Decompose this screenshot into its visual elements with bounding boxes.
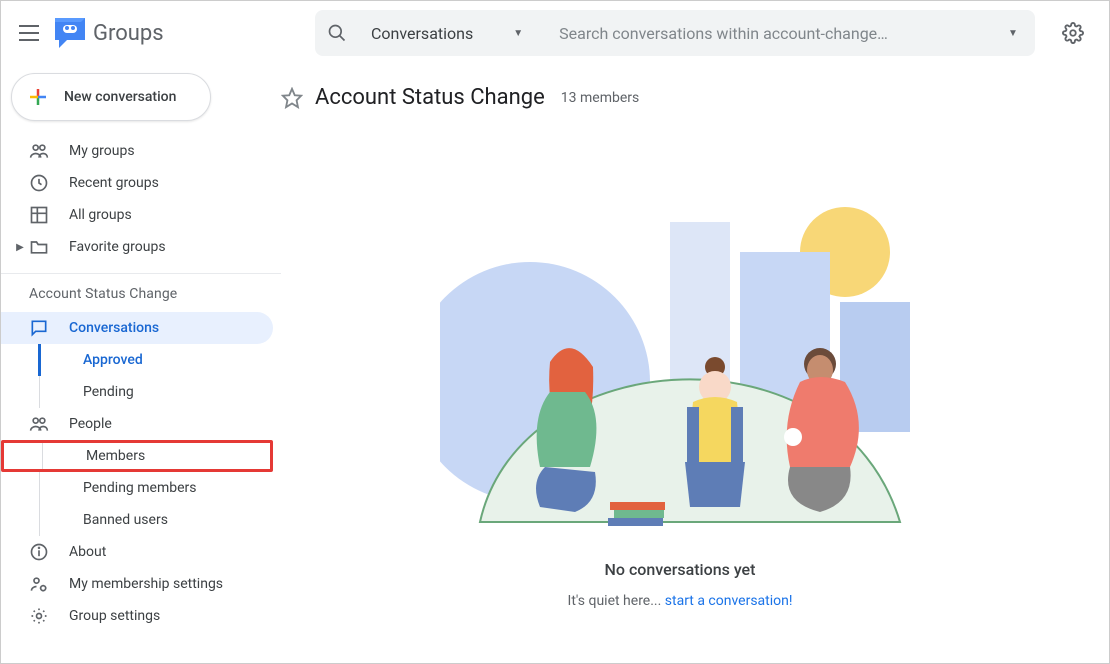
nav-people[interactable]: People — [1, 408, 273, 440]
nav-label: Conversations — [69, 320, 159, 336]
nav-label: My groups — [69, 143, 135, 159]
nav-label: About — [69, 544, 106, 560]
sub-pending[interactable]: Pending — [1, 376, 273, 408]
nav-all-groups[interactable]: All groups — [1, 199, 273, 231]
folder-icon — [29, 237, 49, 257]
person-gear-icon — [29, 574, 49, 594]
app-name: Groups — [93, 21, 164, 46]
info-icon — [29, 542, 49, 562]
nav-conversations[interactable]: Conversations — [1, 312, 273, 344]
sub-approved[interactable]: Approved — [1, 344, 273, 376]
nav-label: Pending members — [83, 480, 197, 496]
search-bar: Conversations ▼ ▼ — [315, 10, 1035, 56]
search-scope-label: Conversations — [371, 24, 473, 43]
nav-my-groups[interactable]: My groups — [1, 135, 273, 167]
nav-favorite-groups[interactable]: ▶ Favorite groups — [1, 231, 273, 263]
divider — [1, 273, 281, 274]
plus-icon — [26, 85, 50, 109]
chevron-down-icon: ▼ — [513, 28, 523, 39]
sub-members[interactable]: Members — [1, 440, 273, 472]
empty-prefix: It's quiet here... — [568, 593, 665, 609]
nav-label: My membership settings — [69, 576, 223, 592]
search-input[interactable] — [545, 24, 1001, 43]
sidebar: New conversation My groups Recent groups… — [1, 65, 281, 663]
nav-label: All groups — [69, 207, 132, 223]
star-button[interactable] — [281, 87, 303, 109]
nav-label: People — [69, 416, 112, 432]
start-conversation-link[interactable]: start a conversation! — [665, 593, 793, 609]
new-conversation-label: New conversation — [64, 89, 176, 105]
chat-icon — [29, 318, 49, 338]
nav-membership-settings[interactable]: My membership settings — [1, 568, 273, 600]
nav-label: Favorite groups — [69, 239, 166, 255]
sub-pending-members[interactable]: Pending members — [1, 472, 273, 504]
nav-group-settings[interactable]: Group settings — [1, 600, 273, 632]
search-options-dropdown[interactable]: ▼ — [1001, 28, 1025, 39]
main-content: Account Status Change 13 members — [281, 65, 1109, 663]
main-menu-button[interactable] — [17, 21, 41, 45]
nav-label: Recent groups — [69, 175, 159, 191]
clock-icon — [29, 173, 49, 193]
new-conversation-button[interactable]: New conversation — [11, 73, 211, 121]
group-section-label: Account Status Change — [1, 286, 281, 302]
member-count[interactable]: 13 members — [561, 90, 639, 106]
nav-label: Banned users — [83, 512, 168, 528]
empty-state-subtitle: It's quiet here... start a conversation! — [568, 593, 793, 609]
nav-label: Approved — [83, 352, 143, 368]
group-title: Account Status Change — [315, 85, 545, 110]
empty-state-illustration — [440, 182, 920, 542]
nav-label: Members — [86, 448, 145, 464]
nav-label: Group settings — [69, 608, 160, 624]
chevron-right-icon: ▶ — [11, 242, 29, 253]
nav-recent-groups[interactable]: Recent groups — [1, 167, 273, 199]
sub-banned-users[interactable]: Banned users — [1, 504, 273, 536]
gear-icon — [29, 606, 49, 626]
groups-logo-icon — [53, 18, 87, 48]
people-icon — [29, 141, 49, 161]
empty-state-title: No conversations yet — [605, 560, 756, 579]
search-scope-dropdown[interactable]: Conversations ▼ — [349, 10, 545, 56]
search-icon[interactable] — [325, 23, 349, 43]
people-icon — [29, 414, 49, 434]
settings-button[interactable] — [1053, 13, 1093, 53]
nav-about[interactable]: About — [1, 536, 273, 568]
grid-icon — [29, 205, 49, 225]
app-logo[interactable]: Groups — [53, 18, 164, 48]
nav-label: Pending — [83, 384, 134, 400]
